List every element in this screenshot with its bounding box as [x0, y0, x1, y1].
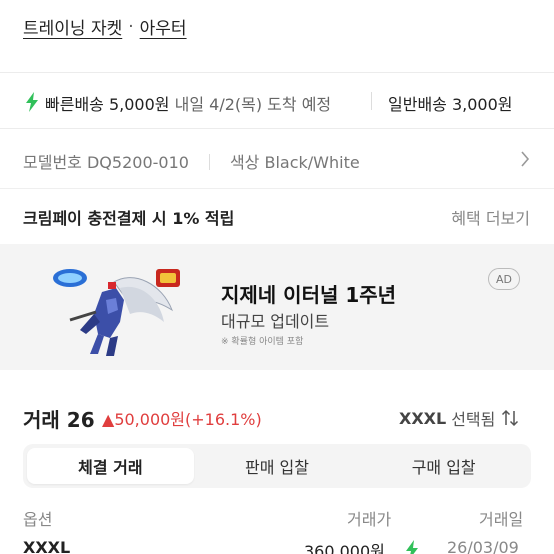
row-price: 360,000원 [304, 542, 385, 554]
sort-arrows-icon [502, 409, 519, 427]
lightning-icon [406, 540, 418, 554]
fast-shipping-eta: 내일 4/2(목) 도착 예정 [174, 95, 332, 114]
trade-label: 거래 [23, 408, 60, 432]
normal-shipping-price: 3,000원 [451, 95, 513, 114]
column-header-price: 거래가 [347, 510, 392, 529]
column-header-date: 거래일 [479, 510, 524, 529]
fast-shipping-option[interactable]: 빠른배송 5,000원 내일 4/2(목) 도착 예정 [45, 91, 331, 115]
normal-shipping-label: 일반배송 [388, 95, 447, 114]
shipping-separator [371, 92, 372, 110]
ad-title: 지제네 이터널 1주년 [221, 283, 397, 307]
size-selected-label: 선택됨 [451, 410, 496, 429]
breadcrumb-category-link[interactable]: 트레이닝 자켓 [23, 14, 122, 39]
section-divider [0, 128, 554, 129]
chevron-right-icon[interactable] [520, 151, 530, 167]
section-divider [0, 72, 554, 73]
tab-sell-bids[interactable]: 판매 입찰 [194, 448, 361, 484]
model-number-value: DQ5200-010 [86, 153, 189, 172]
price-change-value: 50,000원(+16.1%) [114, 410, 262, 429]
fast-shipping-label: 빠른배송 [45, 95, 104, 114]
price-up-arrow-icon: ▲ [102, 410, 115, 429]
color-value: Black/White [264, 153, 360, 172]
price-change: ▲50,000원(+16.1%) [102, 406, 262, 430]
product-info-row[interactable]: 모델번호 DQ5200-010 색상 Black/White [23, 149, 360, 173]
trade-count: 26 [66, 408, 95, 432]
trade-count-heading: 거래 26 [23, 404, 95, 433]
ad-subtitle: 대규모 업데이트 [221, 312, 330, 331]
column-header-option: 옵션 [23, 510, 53, 529]
ad-note: ※ 확률형 아이템 포함 [221, 337, 304, 347]
fast-shipping-price: 5,000원 [108, 95, 170, 114]
benefits-more-link[interactable]: 혜택 더보기 [451, 205, 530, 229]
tab-buy-bids[interactable]: 구매 입찰 [360, 448, 527, 484]
row-date: 26/03/09 [447, 538, 519, 554]
ad-artwork-image [53, 269, 180, 356]
breadcrumb: 트레이닝 자켓 · 아우터 [23, 14, 187, 40]
color-label: 색상 [229, 153, 260, 172]
cream-pay-text: 크림페이 충전결제 시 1% 적립 [23, 209, 235, 228]
trade-tabs: 체결 거래 판매 입찰 구매 입찰 [23, 444, 531, 488]
ad-badge: AD [488, 268, 520, 290]
row-option: XXXL [23, 538, 71, 554]
tab-settled-trades[interactable]: 체결 거래 [27, 448, 194, 484]
breadcrumb-separator: · [128, 16, 134, 37]
breadcrumb-subcategory-link[interactable]: 아우터 [140, 14, 187, 39]
selected-size: XXXL [399, 408, 447, 428]
lightning-icon [26, 92, 38, 112]
scroll-fade [510, 84, 554, 118]
size-selector[interactable]: XXXL 선택됨 [399, 406, 519, 430]
model-number-label: 모델번호 [23, 153, 82, 172]
